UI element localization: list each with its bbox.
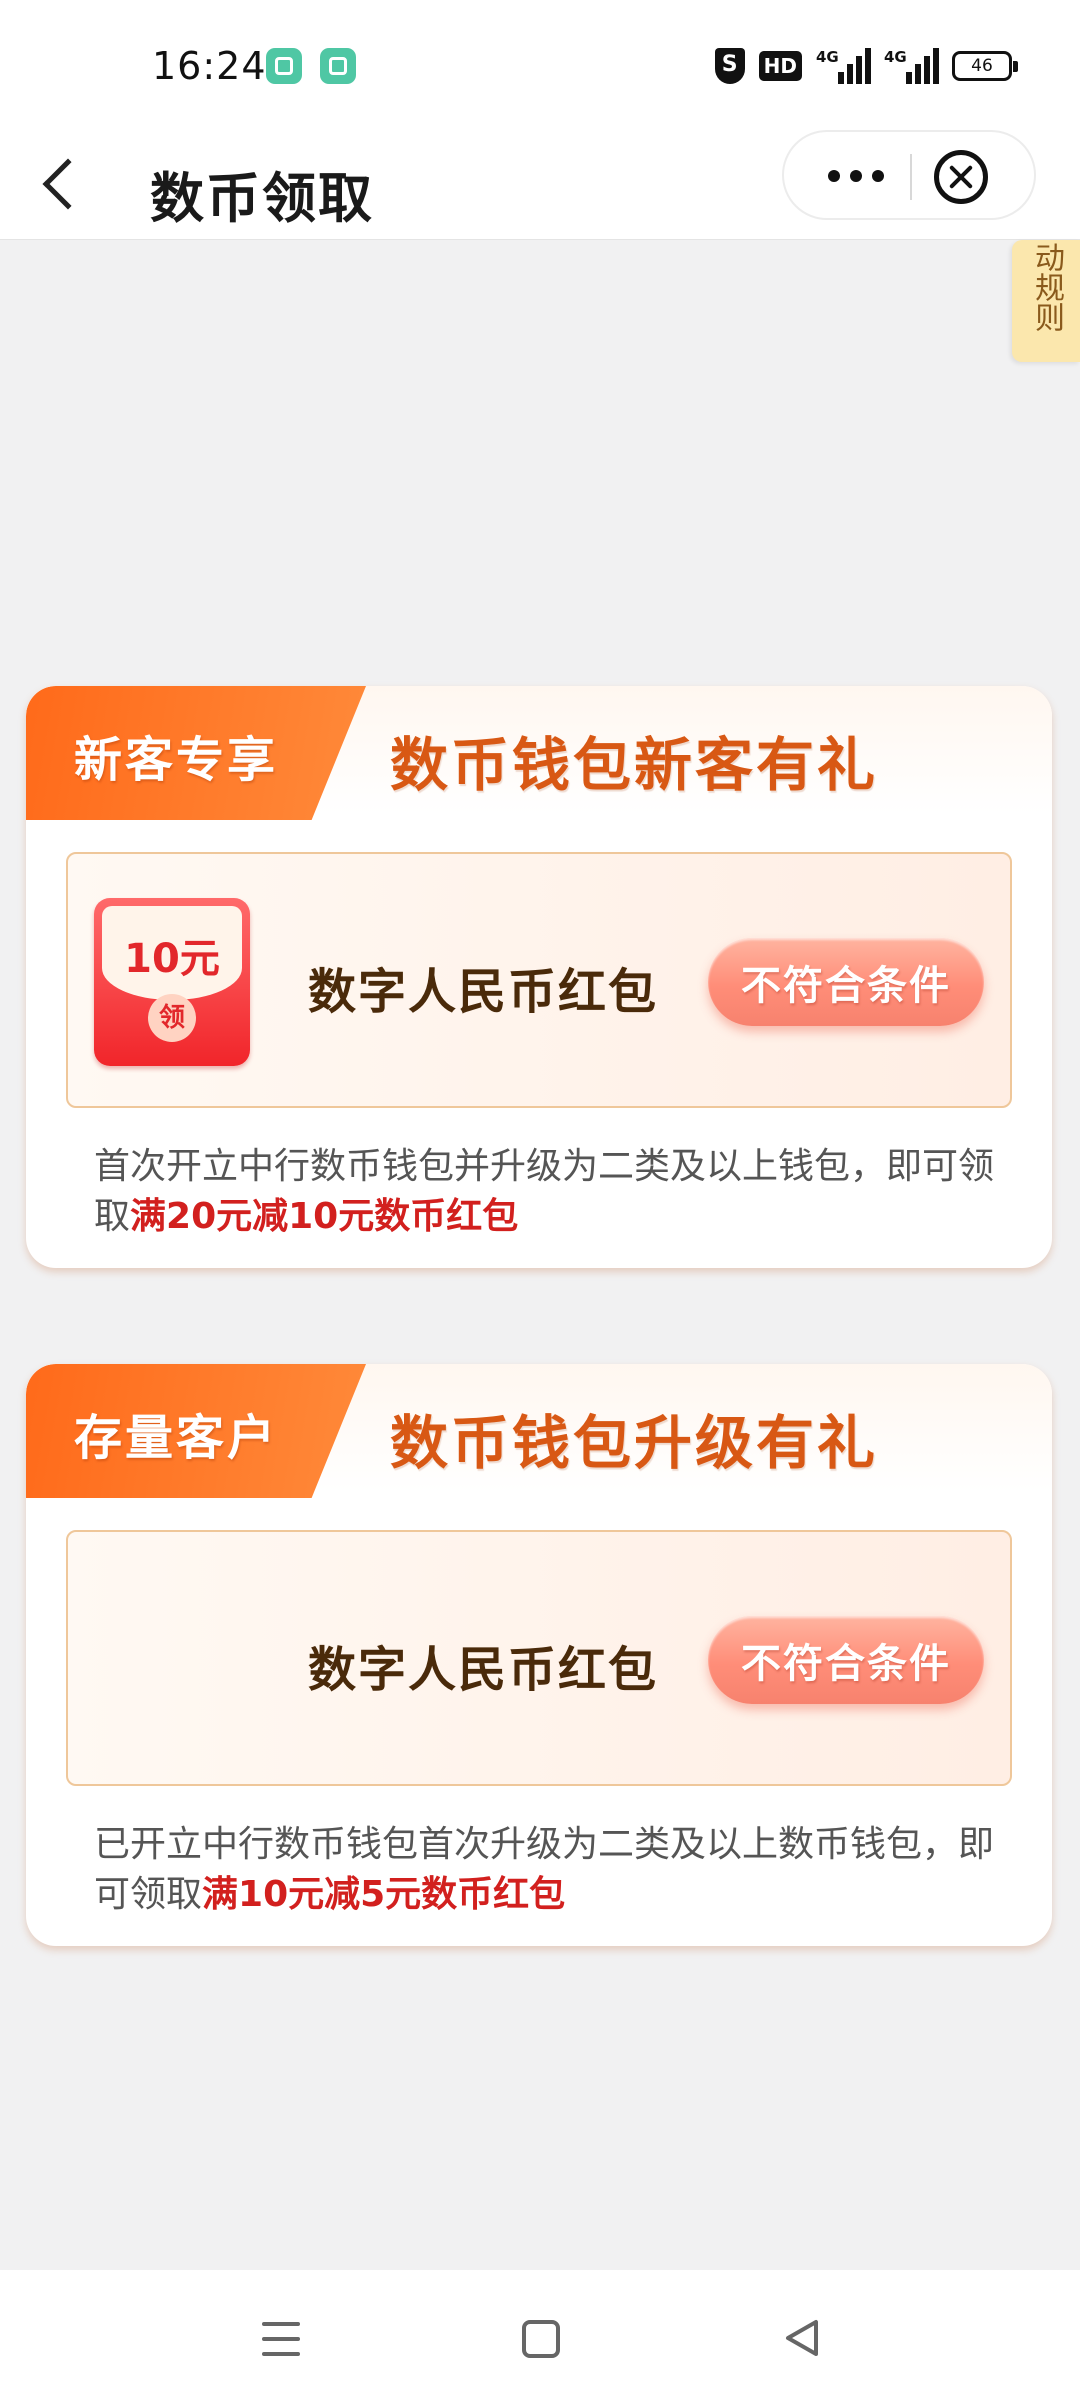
card-title: 数币钱包新客有礼: [390, 731, 879, 799]
shield-icon: S: [714, 48, 745, 84]
system-navigation-bar: [0, 2270, 1080, 2400]
close-circle-icon[interactable]: [934, 150, 988, 204]
status-time: 16:24: [152, 44, 267, 88]
status-indicators: S HD 4G 4G 46: [714, 46, 1018, 86]
signal-label: 4G: [816, 48, 839, 66]
mini-program-capsule: [782, 130, 1036, 220]
signal-label: 4G: [884, 48, 907, 66]
back-triangle-icon[interactable]: [782, 2318, 822, 2358]
home-square-icon[interactable]: [522, 2320, 560, 2358]
status-bar: 16:24 S HD 4G 4G 46: [0, 0, 1080, 130]
new-customer-card: 新客专享 数币钱包新客有礼 10元 领 数字人民币红包 不符合条件 首次开立中行…: [26, 686, 1052, 1268]
card-badge-label: 存量客户: [74, 1410, 279, 1466]
battery-icon: 46: [952, 51, 1018, 81]
card-badge-label: 新客专享: [74, 732, 279, 788]
page-title: 数币领取: [150, 167, 374, 230]
card-description: 已开立中行数币钱包首次升级为二类及以上数币钱包，即可领取满10元减5元数币红包: [94, 1820, 994, 1920]
app-notification-icon: [266, 48, 302, 84]
hd-icon: HD: [758, 51, 802, 81]
description-highlight: 满20元减10元数币红包: [130, 1196, 519, 1237]
red-envelope-icon: 10元 领: [94, 898, 250, 1066]
card-description: 首次开立中行数币钱包并升级为二类及以上钱包，即可领取满20元减10元数币红包: [94, 1142, 994, 1242]
envelope-seal: 领: [148, 994, 196, 1042]
nav-bar: 数币领取: [0, 130, 1080, 240]
capsule-divider: [910, 154, 912, 200]
menu-icon[interactable]: [262, 2322, 300, 2356]
signal-icon: 4G: [816, 48, 871, 84]
offer-box: 数字人民币红包 不符合条件: [66, 1530, 1012, 1786]
description-highlight: 满10元减5元数币红包: [202, 1874, 566, 1915]
app-notification-icon: [320, 48, 356, 84]
offer-name: 数字人民币红包: [308, 964, 659, 1020]
activity-rules-tab[interactable]: 动规则: [1012, 240, 1080, 362]
signal-icon: 4G: [884, 48, 939, 84]
back-chevron-icon[interactable]: [42, 158, 94, 210]
offer-name: 数字人民币红包: [308, 1642, 659, 1698]
not-eligible-button[interactable]: 不符合条件: [708, 938, 984, 1026]
more-dots-icon[interactable]: [818, 154, 894, 198]
card-title: 数币钱包升级有礼: [390, 1409, 879, 1477]
envelope-amount: 10元: [124, 936, 220, 982]
not-eligible-button[interactable]: 不符合条件: [708, 1616, 984, 1704]
offer-box: 10元 领 数字人民币红包 不符合条件: [66, 852, 1012, 1108]
existing-customer-card: 存量客户 数币钱包升级有礼 数字人民币红包 不符合条件 已开立中行数币钱包首次升…: [26, 1364, 1052, 1946]
